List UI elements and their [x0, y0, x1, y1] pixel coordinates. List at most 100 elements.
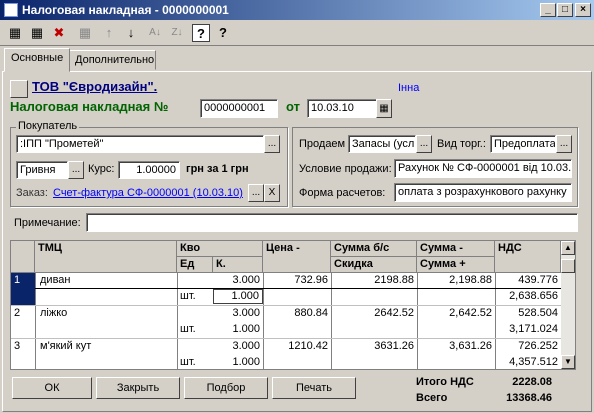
row-number-header	[11, 241, 35, 273]
move-down-icon[interactable]: ↓	[122, 24, 140, 42]
date-label: от	[286, 99, 300, 114]
item-sum[interactable]: 2,642.52	[417, 306, 495, 321]
column-header-qty[interactable]: Кво	[177, 241, 263, 257]
currency-select-button[interactable]: ...	[68, 161, 84, 179]
sell-label: Продаем	[299, 138, 346, 150]
note-label: Примечание:	[14, 217, 81, 229]
table-scrollbar[interactable]: ▲ ▼	[561, 241, 575, 369]
item-k[interactable]: 1.000	[213, 322, 263, 337]
column-header-sum[interactable]: Сумма -	[417, 241, 495, 257]
sort-ascending-icon[interactable]: A↓	[146, 24, 164, 42]
sort-descending-icon[interactable]: Z↓	[168, 24, 186, 42]
total-label: Всего	[416, 392, 448, 404]
minimize-button[interactable]: _	[540, 3, 556, 17]
item-sum-nv[interactable]: 3631.26	[331, 339, 417, 354]
item-sum-plus[interactable]: 2,638.656	[495, 289, 561, 304]
rate-field[interactable]: 1.00000	[118, 161, 180, 179]
copy-row-icon[interactable]: ▦	[28, 24, 46, 42]
tab-main[interactable]: Основные	[4, 48, 71, 72]
doc-number-field[interactable]: 0000000001	[200, 99, 278, 118]
org-select-button[interactable]	[10, 80, 28, 98]
move-up-icon[interactable]: ↑	[100, 24, 118, 42]
item-price[interactable]: 880.84	[263, 306, 331, 321]
close-window-button[interactable]: ×	[575, 3, 591, 17]
item-name[interactable]: ліжко	[37, 306, 175, 321]
item-qty[interactable]: 3.000	[213, 273, 263, 288]
calendar-icon[interactable]: ▦	[376, 99, 392, 118]
column-header-sum-nv[interactable]: Сумма б/с	[331, 241, 417, 257]
buyer-select-button[interactable]: ...	[264, 135, 280, 153]
order-label: Заказ:	[16, 187, 48, 199]
item-sum-plus[interactable]: 4,357.512	[495, 355, 561, 369]
currency-field[interactable]: Гривня	[16, 161, 68, 179]
item-vat[interactable]: 439.776	[495, 273, 561, 288]
payment-form-label: Форма расчетов:	[299, 187, 386, 199]
print-button[interactable]: Печать	[272, 377, 356, 399]
total-vat-label: Итого НДС	[416, 376, 474, 388]
column-header-k[interactable]: К.	[213, 257, 263, 273]
item-qty[interactable]: 3.000	[213, 306, 263, 321]
row-number: 3	[14, 340, 21, 352]
sell-field[interactable]: Запасы (усл	[348, 135, 416, 153]
payment-form-field[interactable]: оплата з розрахункового рахунку	[394, 183, 572, 202]
trade-select-button[interactable]: ...	[556, 135, 572, 153]
column-header-price[interactable]: Цена -	[263, 241, 331, 273]
order-link[interactable]: Счет-фактура СФ-0000001 (10.03.10)	[53, 187, 243, 199]
item-sum-nv[interactable]: 2642.52	[331, 306, 417, 321]
new-row-icon[interactable]: ▦	[6, 24, 24, 42]
row-line	[35, 288, 561, 289]
item-name[interactable]: м'який кут	[37, 339, 175, 354]
scroll-up-icon[interactable]: ▲	[561, 241, 575, 255]
app-icon	[4, 3, 18, 17]
item-sum[interactable]: 2,198.88	[417, 273, 495, 288]
items-table[interactable]: ТМЦ Кво Ед К. Цена - Сумма б/с Скидка Су…	[10, 240, 576, 370]
item-price[interactable]: 732.96	[263, 273, 331, 288]
ok-button[interactable]: ОК	[12, 377, 92, 399]
total-value: 13368.46	[506, 392, 552, 404]
sell-select-button[interactable]: ...	[416, 135, 432, 153]
condition-field[interactable]: Рахунок № СФ-0000001 від 10.03.	[394, 159, 572, 178]
item-k[interactable]: 1.000	[213, 355, 263, 369]
item-vat[interactable]: 726.252	[495, 339, 561, 354]
column-header-tmc[interactable]: ТМЦ	[35, 241, 177, 273]
column-header-vat[interactable]: НДС	[495, 241, 561, 273]
item-sum-nv[interactable]: 2198.88	[331, 273, 417, 288]
row-number: 2	[14, 307, 21, 319]
date-field[interactable]: 10.03.10	[307, 99, 377, 118]
context-help-icon[interactable]: ?	[214, 24, 232, 42]
item-qty[interactable]: 3.000	[213, 339, 263, 354]
select-button[interactable]: Подбор	[184, 377, 268, 399]
delete-row-icon[interactable]: ✖	[50, 24, 68, 42]
item-unit[interactable]: шт.	[177, 355, 213, 369]
note-field[interactable]	[86, 213, 578, 232]
item-k[interactable]: 1.000	[213, 289, 263, 304]
buyer-field[interactable]: :ІПП "Прометей"	[16, 135, 264, 153]
buyer-group-label: Покупатель	[16, 120, 80, 132]
column-header-discount[interactable]: Скидка	[331, 257, 417, 273]
item-sum-plus[interactable]: 3,171.024	[495, 322, 561, 337]
column-header-unit[interactable]: Ед	[177, 257, 213, 273]
close-button[interactable]: Закрыть	[96, 377, 180, 399]
item-price[interactable]: 1210.42	[263, 339, 331, 354]
order-clear-button[interactable]: X	[264, 184, 280, 202]
organization-link[interactable]: ТОВ "Євродизайн".	[32, 79, 157, 94]
rate-label: Курс:	[88, 163, 115, 175]
tab-extra[interactable]: Дополнительно	[68, 50, 156, 70]
order-select-button[interactable]: ...	[248, 184, 264, 202]
edit-row-icon[interactable]: ▦	[76, 24, 94, 42]
trade-field[interactable]: Предоплата	[490, 135, 556, 153]
column-header-sum-plus[interactable]: Сумма +	[417, 257, 495, 273]
item-unit[interactable]: шт.	[177, 322, 213, 337]
scroll-down-icon[interactable]: ▼	[561, 355, 575, 369]
item-vat[interactable]: 528.504	[495, 306, 561, 321]
help-icon[interactable]: ?	[192, 24, 210, 42]
maximize-button[interactable]: □	[557, 3, 573, 17]
row-number: 1	[14, 274, 21, 286]
scroll-thumb[interactable]	[561, 259, 575, 273]
condition-label: Условие продажи:	[299, 163, 392, 175]
item-name[interactable]: диван	[37, 273, 175, 288]
item-sum[interactable]: 3,631.26	[417, 339, 495, 354]
title-bar[interactable]: Налоговая накладная - 0000000001 _ □ ×	[0, 0, 594, 20]
toolbar: ▦ ▦ ✖ ▦ ↑ ↓ A↓ Z↓ ? ?	[0, 20, 594, 46]
item-unit[interactable]: шт.	[177, 289, 213, 304]
